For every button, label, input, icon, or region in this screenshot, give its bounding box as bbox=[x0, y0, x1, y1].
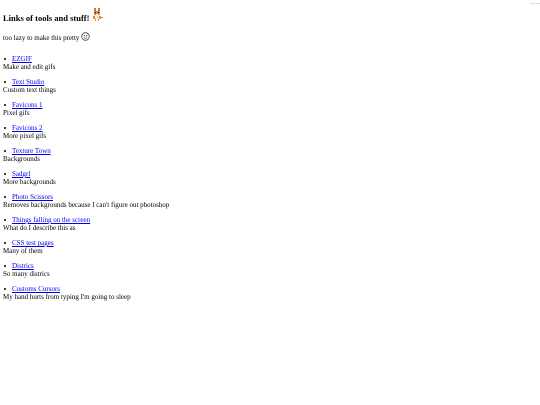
link-description: Custom text things bbox=[3, 86, 56, 94]
bullet-icon bbox=[4, 127, 6, 129]
bullet-icon bbox=[4, 104, 6, 106]
link-description: What do I describe this as bbox=[3, 224, 76, 232]
link-list: EZGIF Make and edit gifs Text Studio Custom… bbox=[3, 55, 533, 301]
link-row: EZGIF bbox=[3, 55, 533, 63]
link-row: Districs bbox=[3, 262, 533, 270]
list-item: Things falling on the screen What do I de… bbox=[3, 216, 533, 232]
list-item: Texture Town Backgrounds bbox=[3, 147, 533, 163]
list-item: Favicons 2 More pixel gifs bbox=[3, 124, 533, 140]
tool-link[interactable]: Favicons 1 bbox=[12, 101, 43, 109]
link-row: Sadgrl bbox=[3, 170, 533, 178]
bullet-icon bbox=[4, 219, 6, 221]
bullet-icon bbox=[4, 150, 6, 152]
tool-link[interactable]: Text Studio bbox=[12, 78, 44, 86]
list-item: Photo Scissors Removes backgrounds becaus… bbox=[3, 193, 533, 209]
link-row: Favicons 2 bbox=[3, 124, 533, 132]
tool-link[interactable]: CSS test pages bbox=[12, 239, 54, 247]
link-description: My hand hurts from typing I'm going to s… bbox=[3, 293, 131, 301]
tool-link[interactable]: Sadgrl bbox=[12, 170, 30, 178]
link-row: Favicons 1 bbox=[3, 101, 533, 109]
bullet-icon bbox=[4, 81, 6, 83]
corner-divider bbox=[530, 0, 540, 4]
page-title-text: Links of tools and stuff! bbox=[3, 13, 90, 23]
bullet-icon bbox=[4, 265, 6, 267]
link-row: Customs Cursors bbox=[3, 285, 533, 293]
tool-link[interactable]: Districs bbox=[12, 262, 34, 270]
list-item: EZGIF Make and edit gifs bbox=[3, 55, 533, 71]
link-description: More pixel gifs bbox=[3, 132, 47, 140]
link-row: CSS test pages bbox=[3, 239, 533, 247]
list-item: Customs Cursors My hand hurts from typing… bbox=[3, 285, 533, 301]
list-item: Districs So many districs bbox=[3, 262, 533, 278]
link-row: Things falling on the screen bbox=[3, 216, 533, 224]
link-description: Backgrounds bbox=[3, 155, 40, 163]
tool-link[interactable]: Things falling on the screen bbox=[12, 216, 90, 224]
subtitle-text: too lazy to make this pretty bbox=[3, 34, 80, 42]
link-row: Text Studio bbox=[3, 78, 533, 86]
bullet-icon bbox=[4, 58, 6, 60]
page-content: Links of tools and stuff! too lazy to ma… bbox=[3, 8, 533, 308]
link-description: Many of them bbox=[3, 247, 43, 255]
link-row: Texture Town bbox=[3, 147, 533, 155]
list-item: CSS test pages Many of them bbox=[3, 239, 533, 255]
tool-link[interactable]: Texture Town bbox=[12, 147, 51, 155]
bullet-icon bbox=[4, 196, 6, 198]
link-row: Photo Scissors bbox=[3, 193, 533, 201]
bullet-icon bbox=[4, 242, 6, 244]
link-description: So many districs bbox=[3, 270, 50, 278]
tool-link[interactable]: Favicons 2 bbox=[12, 124, 43, 132]
corgi-pixel-icon bbox=[91, 8, 104, 22]
link-description: Removes backgrounds because I can't figu… bbox=[3, 201, 170, 209]
smiley-face-icon bbox=[81, 32, 91, 41]
page-title: Links of tools and stuff! bbox=[3, 8, 533, 28]
list-item: Favicons 1 Pixel gifs bbox=[3, 101, 533, 117]
link-description: Pixel gifs bbox=[3, 109, 30, 117]
tool-link[interactable]: EZGIF bbox=[12, 55, 32, 63]
link-description: Make and edit gifs bbox=[3, 63, 56, 71]
list-item: Text Studio Custom text things bbox=[3, 78, 533, 94]
list-item: Sadgrl More backgrounds bbox=[3, 170, 533, 186]
tool-link[interactable]: Photo Scissors bbox=[12, 193, 53, 201]
tool-link[interactable]: Customs Cursors bbox=[12, 285, 60, 293]
bullet-icon bbox=[4, 288, 6, 290]
bullet-icon bbox=[4, 173, 6, 175]
subtitle: too lazy to make this pretty bbox=[3, 32, 533, 42]
link-description: More backgrounds bbox=[3, 178, 56, 186]
